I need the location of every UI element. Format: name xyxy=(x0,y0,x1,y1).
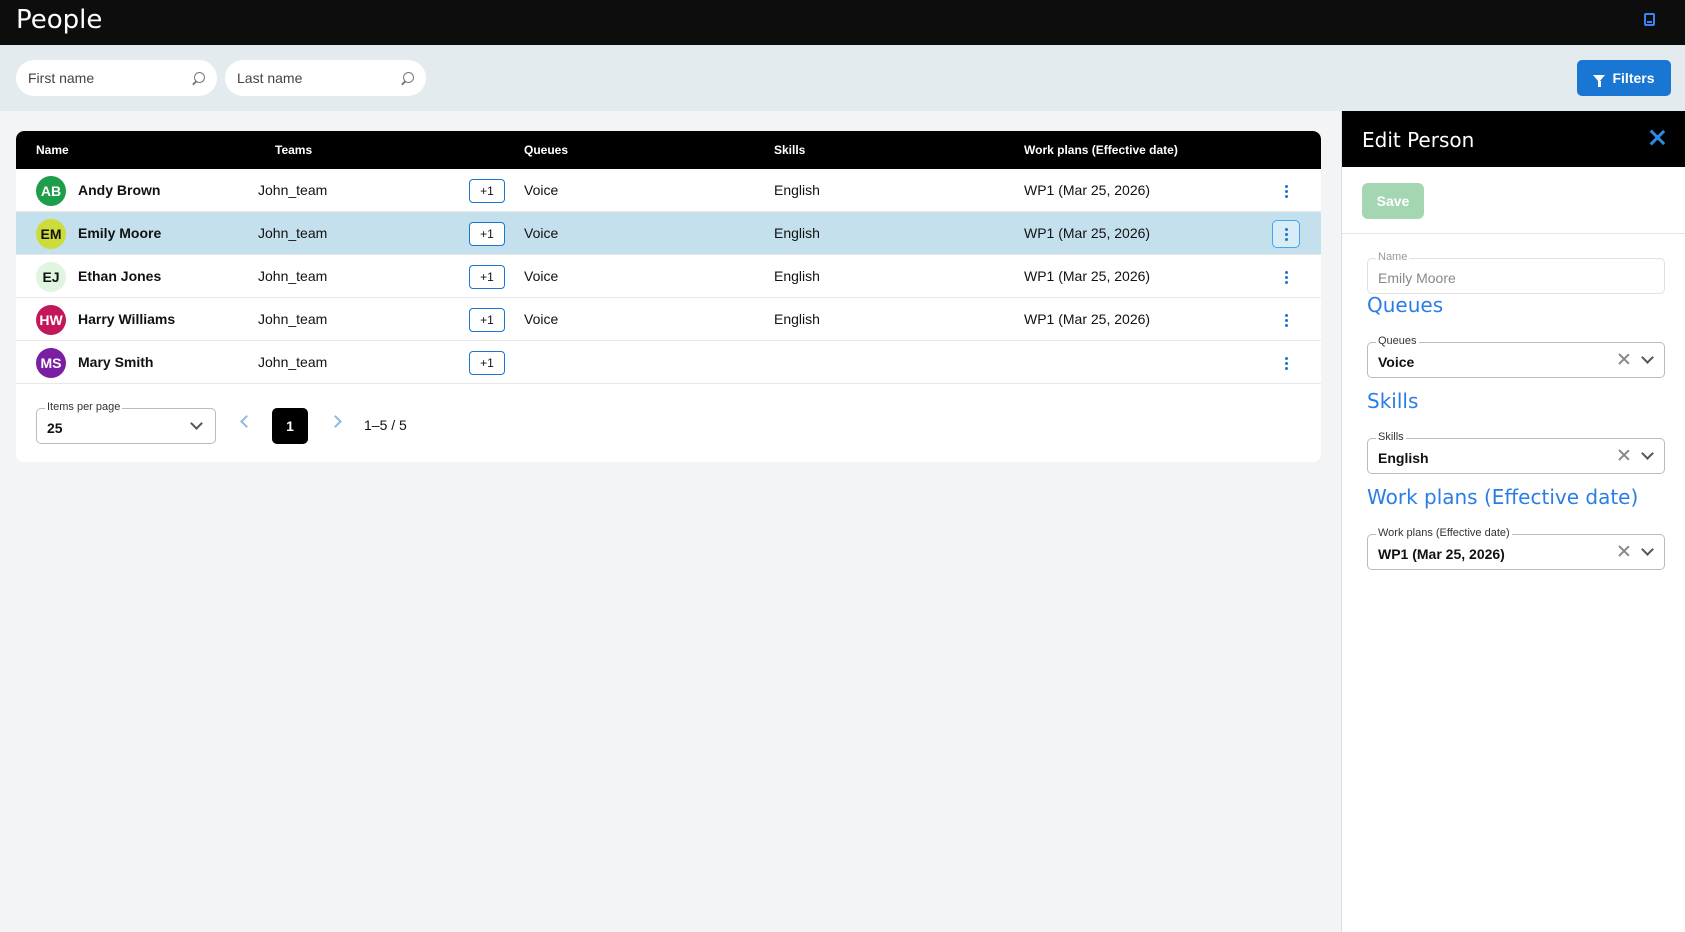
work-plans-select-value: WP1 (Mar 25, 2026) xyxy=(1378,546,1505,562)
chevron-down-icon[interactable] xyxy=(1641,447,1654,460)
avatar: AB xyxy=(36,176,66,206)
column-header-queues[interactable]: Queues xyxy=(524,143,568,157)
table-header: Name Teams Queues Skills Work plans (Eff… xyxy=(16,131,1321,169)
next-page-icon[interactable] xyxy=(329,415,342,428)
current-page-button[interactable]: 1 xyxy=(272,408,308,444)
avatar: HW xyxy=(36,305,66,335)
skill-cell: English xyxy=(774,311,820,327)
person-name[interactable]: Harry Williams xyxy=(78,311,175,327)
avatar: EM xyxy=(36,219,66,249)
skills-heading: Skills xyxy=(1367,389,1419,413)
close-icon[interactable] xyxy=(1649,129,1665,145)
search-icon xyxy=(403,72,414,83)
more-vertical-icon[interactable] xyxy=(1272,263,1300,291)
people-table: Name Teams Queues Skills Work plans (Eff… xyxy=(16,131,1321,462)
queues-heading: Queues xyxy=(1367,293,1444,317)
skills-select-value: English xyxy=(1378,450,1429,466)
items-per-page-select[interactable]: Items per page 25 xyxy=(36,401,216,444)
top-bar: People xyxy=(0,0,1685,45)
chevron-down-icon xyxy=(190,417,203,430)
skill-cell: English xyxy=(774,182,820,198)
queue-cell: Voice xyxy=(524,182,559,198)
queue-cell: Voice xyxy=(524,311,559,327)
work-plans-select[interactable]: Work plans (Effective date) WP1 (Mar 25,… xyxy=(1367,527,1665,570)
queue-cell: Voice xyxy=(524,225,559,241)
skills-select[interactable]: Skills English xyxy=(1367,431,1665,474)
person-name[interactable]: Ethan Jones xyxy=(78,268,161,284)
work-plan-cell: WP1 (Mar 25, 2026) xyxy=(1024,268,1151,284)
table-row[interactable]: MS Mary Smith John_team +1 xyxy=(16,341,1321,384)
more-vertical-icon[interactable] xyxy=(1272,349,1300,377)
avatar: MS xyxy=(36,348,66,378)
more-teams-badge[interactable]: +1 xyxy=(469,179,505,203)
more-teams-badge[interactable]: +1 xyxy=(469,308,505,332)
more-vertical-icon[interactable] xyxy=(1272,220,1300,248)
team-cell: John_team xyxy=(258,182,328,198)
queues-select-label: Queues xyxy=(1376,335,1419,347)
previous-page-icon[interactable] xyxy=(240,415,253,428)
column-header-name[interactable]: Name xyxy=(36,143,69,157)
clear-icon[interactable] xyxy=(1618,449,1630,461)
queues-select-value: Voice xyxy=(1378,354,1415,370)
book-icon[interactable] xyxy=(1644,13,1655,26)
person-name[interactable]: Andy Brown xyxy=(78,182,160,198)
first-name-search[interactable]: First name xyxy=(16,60,217,96)
table-row[interactable]: EJ Ethan Jones John_team +1 Voice English WP1 … xyxy=(16,255,1321,298)
queues-select[interactable]: Queues Voice xyxy=(1367,335,1665,378)
work-plans-heading: Work plans (Effective date) xyxy=(1367,485,1639,509)
queue-cell: Voice xyxy=(524,268,559,284)
skill-cell: English xyxy=(774,225,820,241)
skills-select-label: Skills xyxy=(1376,431,1406,443)
name-field: Name Emily Moore xyxy=(1367,251,1665,294)
page-title: People xyxy=(16,5,103,35)
name-field-label: Name xyxy=(1376,251,1410,263)
person-name[interactable]: Emily Moore xyxy=(78,225,161,241)
more-teams-badge[interactable]: +1 xyxy=(469,351,505,375)
table-row[interactable]: EM Emily Moore John_team +1 Voice English WP1 … xyxy=(16,212,1321,255)
column-header-work-plans[interactable]: Work plans (Effective date) xyxy=(1024,143,1178,157)
more-teams-badge[interactable]: +1 xyxy=(469,222,505,246)
team-cell: John_team xyxy=(258,354,328,370)
table-row[interactable]: AB Andy Brown John_team +1 Voice English WP1 (… xyxy=(16,169,1321,212)
panel-header: Edit Person xyxy=(1342,111,1685,167)
first-name-placeholder: First name xyxy=(28,70,95,86)
filters-button[interactable]: Filters xyxy=(1577,60,1671,96)
work-plan-cell: WP1 (Mar 25, 2026) xyxy=(1024,182,1151,198)
table-row[interactable]: HW Harry Williams John_team +1 Voice English W… xyxy=(16,298,1321,341)
team-cell: John_team xyxy=(258,225,328,241)
filters-label: Filters xyxy=(1612,70,1655,86)
work-plans-select-label: Work plans (Effective date) xyxy=(1376,527,1512,539)
clear-icon[interactable] xyxy=(1618,353,1630,365)
team-cell: John_team xyxy=(258,311,328,327)
page-range: 1–5 / 5 xyxy=(364,417,407,433)
name-field-value: Emily Moore xyxy=(1378,270,1456,286)
panel-title: Edit Person xyxy=(1362,128,1475,152)
more-vertical-icon[interactable] xyxy=(1272,177,1300,205)
more-vertical-icon[interactable] xyxy=(1272,306,1300,334)
save-button[interactable]: Save xyxy=(1362,183,1424,219)
items-per-page-value: 25 xyxy=(47,420,63,436)
more-teams-badge[interactable]: +1 xyxy=(469,265,505,289)
column-header-teams[interactable]: Teams xyxy=(275,143,312,157)
items-per-page-label: Items per page xyxy=(45,401,123,413)
pagination: Items per page 25 1 1–5 / 5 xyxy=(16,388,1321,462)
search-bar: First name Last name Filters xyxy=(0,45,1685,111)
work-plan-cell: WP1 (Mar 25, 2026) xyxy=(1024,311,1151,327)
avatar: EJ xyxy=(36,262,66,292)
skill-cell: English xyxy=(774,268,820,284)
search-icon xyxy=(194,72,205,83)
last-name-placeholder: Last name xyxy=(237,70,303,86)
work-plan-cell: WP1 (Mar 25, 2026) xyxy=(1024,225,1151,241)
last-name-search[interactable]: Last name xyxy=(225,60,426,96)
clear-icon[interactable] xyxy=(1618,545,1630,557)
column-header-skills[interactable]: Skills xyxy=(774,143,805,157)
chevron-down-icon[interactable] xyxy=(1641,543,1654,556)
filter-icon xyxy=(1593,74,1606,87)
person-name[interactable]: Mary Smith xyxy=(78,354,153,370)
edit-person-panel: Edit Person Save Name Emily Moore Queues… xyxy=(1341,111,1685,932)
team-cell: John_team xyxy=(258,268,328,284)
chevron-down-icon[interactable] xyxy=(1641,351,1654,364)
panel-actions: Save xyxy=(1342,167,1685,234)
